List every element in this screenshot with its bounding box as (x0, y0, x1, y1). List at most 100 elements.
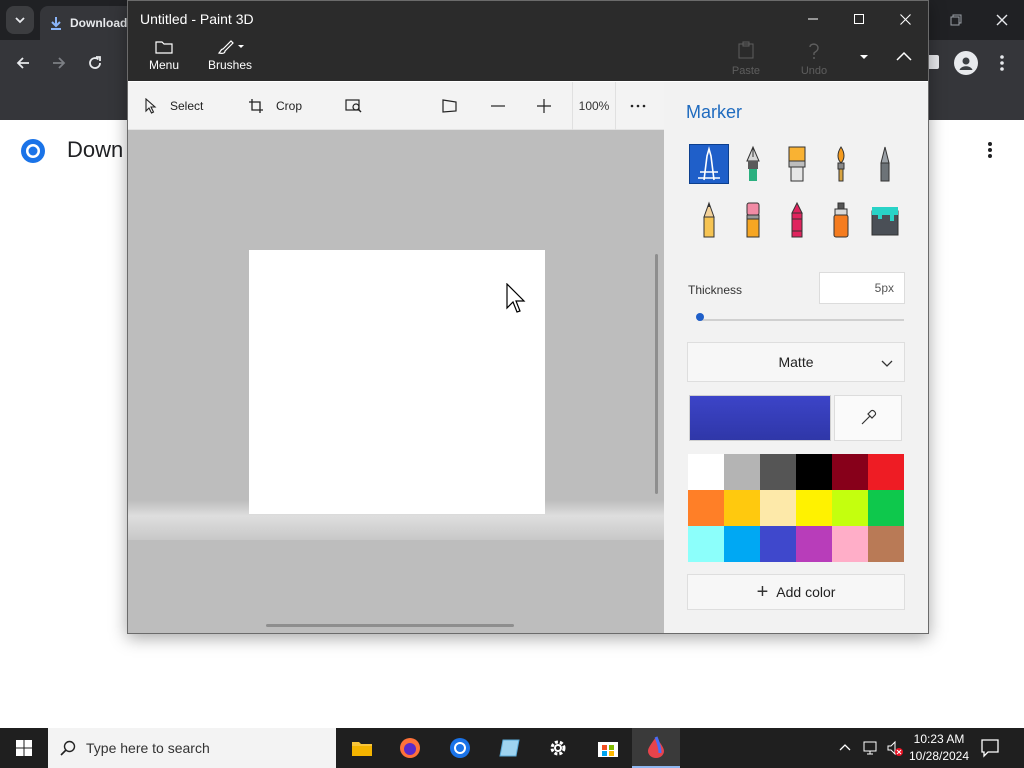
taskbar-search-box[interactable]: Type here to search (48, 728, 336, 768)
magic-select-icon (345, 99, 362, 113)
taskbar-firefox[interactable] (386, 728, 434, 768)
color-swatch[interactable] (796, 526, 832, 562)
add-color-label: Add color (776, 584, 836, 600)
clock-date: 10/28/2024 (908, 749, 970, 763)
brush-pencil[interactable] (689, 200, 729, 240)
menu-button[interactable]: Menu (142, 39, 186, 72)
notification-center-button[interactable] (980, 738, 1000, 758)
browser-close-button[interactable] (990, 8, 1014, 32)
paint3d-window: Untitled - Paint 3D Menu Brushes Paste U… (127, 0, 929, 634)
canvas-workspace[interactable] (128, 130, 664, 633)
zoom-out-button[interactable] (490, 82, 506, 130)
brush-marker[interactable] (689, 144, 729, 184)
thickness-input[interactable]: 5px (819, 272, 905, 304)
taskbar-paint3d[interactable] (632, 728, 680, 768)
current-color-swatch[interactable] (689, 395, 831, 441)
taskbar-clock[interactable]: 10:23 AM 10/28/2024 (904, 731, 974, 765)
calligraphy-pen-icon (746, 145, 760, 181)
color-swatch[interactable] (688, 526, 724, 562)
collapse-ribbon-button[interactable] (894, 47, 914, 67)
color-swatch[interactable] (724, 490, 760, 526)
plus-icon (537, 99, 551, 113)
windows-logo-icon (16, 740, 32, 756)
plus-icon: + (756, 581, 769, 603)
page-menu-button[interactable] (984, 140, 996, 160)
magic-select-tool[interactable] (345, 82, 363, 130)
color-swatch[interactable] (688, 454, 724, 490)
color-swatch[interactable] (832, 454, 868, 490)
color-swatch[interactable] (796, 490, 832, 526)
brush-crayon[interactable] (777, 200, 817, 240)
drawing-canvas[interactable] (249, 250, 545, 514)
taskbar-microsoft-store[interactable] (584, 728, 632, 768)
undo-icon (809, 43, 819, 59)
vertical-scrollbar[interactable] (655, 254, 658, 494)
horizontal-scrollbar[interactable] (266, 624, 514, 627)
more-options-button[interactable] (630, 82, 646, 130)
color-swatch[interactable] (796, 454, 832, 490)
brush-fill[interactable] (865, 200, 905, 240)
close-button[interactable] (882, 5, 928, 33)
color-swatch[interactable] (868, 454, 904, 490)
chevron-up-icon (839, 744, 851, 751)
taskbar-notes-app[interactable] (486, 728, 534, 768)
color-swatch[interactable] (724, 526, 760, 562)
thickness-slider-thumb[interactable] (696, 313, 704, 321)
color-swatch[interactable] (832, 526, 868, 562)
paste-button[interactable]: Paste (728, 41, 764, 77)
notification-icon (981, 739, 999, 758)
zoom-level[interactable]: 100% (572, 82, 616, 130)
color-swatch[interactable] (760, 526, 796, 562)
start-button[interactable] (0, 728, 48, 768)
browser-menu-button[interactable] (994, 52, 1010, 74)
brush-spray-can[interactable] (821, 200, 861, 240)
maximize-button[interactable] (836, 5, 882, 33)
arrow-right-icon (53, 57, 66, 69)
color-swatch[interactable] (760, 454, 796, 490)
crop-label: Crop (276, 99, 303, 113)
color-swatch[interactable] (688, 490, 724, 526)
volume-muted-icon[interactable] (886, 739, 904, 757)
minimize-button[interactable] (790, 5, 836, 33)
thickness-slider-track[interactable] (698, 319, 904, 321)
profile-avatar[interactable] (954, 51, 978, 75)
color-swatch[interactable] (724, 454, 760, 490)
restore-icon (950, 14, 962, 26)
brush-watercolor[interactable] (821, 144, 861, 184)
search-icon (60, 740, 76, 756)
brush-pixel-pen[interactable] (865, 144, 905, 184)
eyedropper-button[interactable] (834, 395, 902, 441)
view-3d-tool[interactable] (441, 82, 459, 130)
add-color-button[interactable]: + Add color (687, 574, 905, 610)
color-swatch[interactable] (760, 490, 796, 526)
tray-overflow-button[interactable] (838, 740, 852, 754)
color-swatch[interactable] (832, 490, 868, 526)
maximize-icon (854, 14, 864, 24)
undo-button[interactable]: Undo (794, 41, 834, 77)
sidebar-title: Marker (686, 102, 743, 122)
browser-tab[interactable]: Download (40, 6, 140, 40)
zoom-in-button[interactable] (536, 82, 552, 130)
back-button[interactable] (12, 52, 34, 74)
taskbar-file-explorer[interactable] (338, 728, 386, 768)
browser-restore-button[interactable] (944, 8, 968, 32)
paste-label: Paste (731, 65, 761, 77)
page-title: Down (67, 137, 124, 162)
network-icon[interactable] (862, 739, 880, 757)
color-swatch[interactable] (868, 526, 904, 562)
tab-search-button[interactable] (6, 6, 34, 34)
crop-tool[interactable]: Crop (248, 82, 302, 130)
finish-dropdown[interactable]: Matte (687, 342, 905, 382)
brush-eraser[interactable] (733, 200, 773, 240)
select-tool[interactable]: Select (144, 82, 203, 130)
reload-button[interactable] (84, 52, 106, 74)
history-dropdown[interactable] (856, 49, 872, 65)
eyedropper-icon (861, 409, 877, 425)
taskbar-chrome[interactable] (436, 728, 484, 768)
brush-calligraphy-pen[interactable] (733, 144, 773, 184)
color-swatch[interactable] (868, 490, 904, 526)
taskbar-settings[interactable] (534, 728, 582, 768)
brush-oil[interactable] (777, 144, 817, 184)
forward-button[interactable] (48, 52, 70, 74)
brushes-tab[interactable]: Brushes (206, 39, 254, 72)
